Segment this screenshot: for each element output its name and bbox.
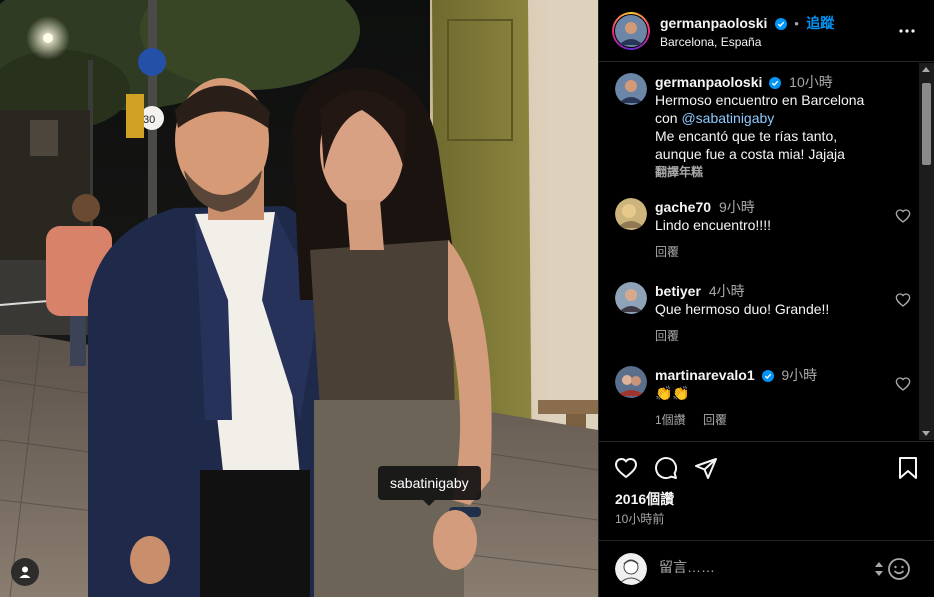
current-user-avatar[interactable] <box>615 553 647 585</box>
comment-like-heart-icon[interactable] <box>895 292 911 308</box>
comment-username[interactable]: gache70 <box>655 199 711 215</box>
comment-likes-count[interactable]: 1個讚 <box>655 413 686 427</box>
comment-username[interactable]: martinarevalo1 <box>655 367 755 383</box>
author-avatar-image <box>615 14 647 47</box>
post-caption: germanpaoloski 10小時 Hermoso encuentro en… <box>615 73 915 181</box>
photo-scene: 30 <box>0 0 598 597</box>
reply-button[interactable]: 回覆 <box>655 245 679 259</box>
comment-item: gache70 9小時 Lindo encuentro!!!! 回覆 <box>615 198 915 261</box>
commenter-avatar-image <box>615 198 647 230</box>
current-user-avatar-image <box>615 553 647 585</box>
user-tag-icon <box>19 566 31 578</box>
user-tag-toggle-button[interactable] <box>11 558 39 586</box>
share-icon[interactable] <box>694 456 718 480</box>
post-details-panel: germanpaoloski • 追蹤 Barcelona, España ge… <box>598 0 934 597</box>
comment-time: 9小時 <box>718 199 755 215</box>
more-options-icon[interactable] <box>898 22 916 40</box>
heart-icon[interactable] <box>614 456 638 480</box>
scrollbar-thumb[interactable] <box>922 83 931 165</box>
scroll-up-arrow-icon[interactable] <box>922 67 930 72</box>
caption-username[interactable]: germanpaoloski <box>655 74 762 90</box>
caption-line-2: con @sabatinigaby <box>655 109 915 127</box>
commenter-avatar[interactable] <box>615 366 647 398</box>
svg-text:30: 30 <box>143 114 155 126</box>
photo-user-tag[interactable]: sabatinigaby <box>378 466 481 506</box>
comment-icon[interactable] <box>654 456 678 480</box>
commenter-avatar-image <box>615 282 647 314</box>
comments-scrollbar[interactable] <box>919 63 934 440</box>
separator-dot: • <box>794 15 799 31</box>
spinner-arrows-icon[interactable] <box>873 560 885 578</box>
verified-badge-icon <box>769 77 782 89</box>
caption-line-2-prefix: con <box>655 110 682 126</box>
caption-mention-link[interactable]: @sabatinigaby <box>681 110 774 126</box>
author-avatar-small[interactable] <box>615 73 647 105</box>
post-timestamp[interactable]: 10小時前 <box>615 510 664 527</box>
comment-text: 👏👏 <box>655 385 690 401</box>
comment-like-heart-icon[interactable] <box>895 208 911 224</box>
comment-input[interactable] <box>659 559 859 575</box>
commenter-avatar-image <box>615 366 647 398</box>
post-photo[interactable]: 30 sabatinigaby <box>0 0 598 597</box>
likes-count[interactable]: 2016個讚 <box>615 489 674 509</box>
reply-button[interactable]: 回覆 <box>655 329 679 343</box>
caption-line-1: Hermoso encuentro en Barcelona <box>655 92 865 108</box>
verified-badge-icon <box>774 17 787 30</box>
comment-time: 9小時 <box>781 367 818 383</box>
post-location[interactable]: Barcelona, España <box>660 35 834 49</box>
comment-username[interactable]: betiyer <box>655 283 701 299</box>
post-header: germanpaoloski • 追蹤 Barcelona, España <box>599 0 934 62</box>
comment-text: Que hermoso duo! Grande!! <box>655 301 830 317</box>
verified-badge-icon <box>761 370 774 382</box>
author-username[interactable]: germanpaoloski <box>660 15 767 31</box>
bookmark-icon[interactable] <box>897 456 919 480</box>
commenter-avatar[interactable] <box>615 198 647 230</box>
follow-button[interactable]: 追蹤 <box>806 15 834 31</box>
comment-time: 4小時 <box>708 283 745 299</box>
caption-time: 10小時 <box>789 74 833 90</box>
translate-link[interactable]: 翻譯年糕 <box>655 163 915 181</box>
reply-button[interactable]: 回覆 <box>703 413 727 427</box>
comment-composer <box>599 540 934 597</box>
author-avatar[interactable] <box>612 11 650 50</box>
scroll-down-arrow-icon[interactable] <box>922 431 930 436</box>
caption-line-4: aunque fue a costa mia! Jajaja <box>655 146 845 162</box>
post-actions: 2016個讚 10小時前 <box>599 441 934 540</box>
comment-item: martinarevalo1 9小時 👏👏 1個讚 回覆 <box>615 366 915 429</box>
commenter-avatar[interactable] <box>615 282 647 314</box>
comment-like-heart-icon[interactable] <box>895 376 911 392</box>
emoji-icon[interactable] <box>887 557 911 581</box>
comment-item: betiyer 4小時 Que hermoso duo! Grande!! 回覆 <box>615 282 915 345</box>
caption-line-3: Me encantó que te rías tanto, <box>655 128 838 144</box>
author-avatar-image <box>615 73 647 105</box>
comment-text: Lindo encuentro!!!! <box>655 217 771 233</box>
comments-list[interactable]: germanpaoloski 10小時 Hermoso encuentro en… <box>599 63 921 440</box>
